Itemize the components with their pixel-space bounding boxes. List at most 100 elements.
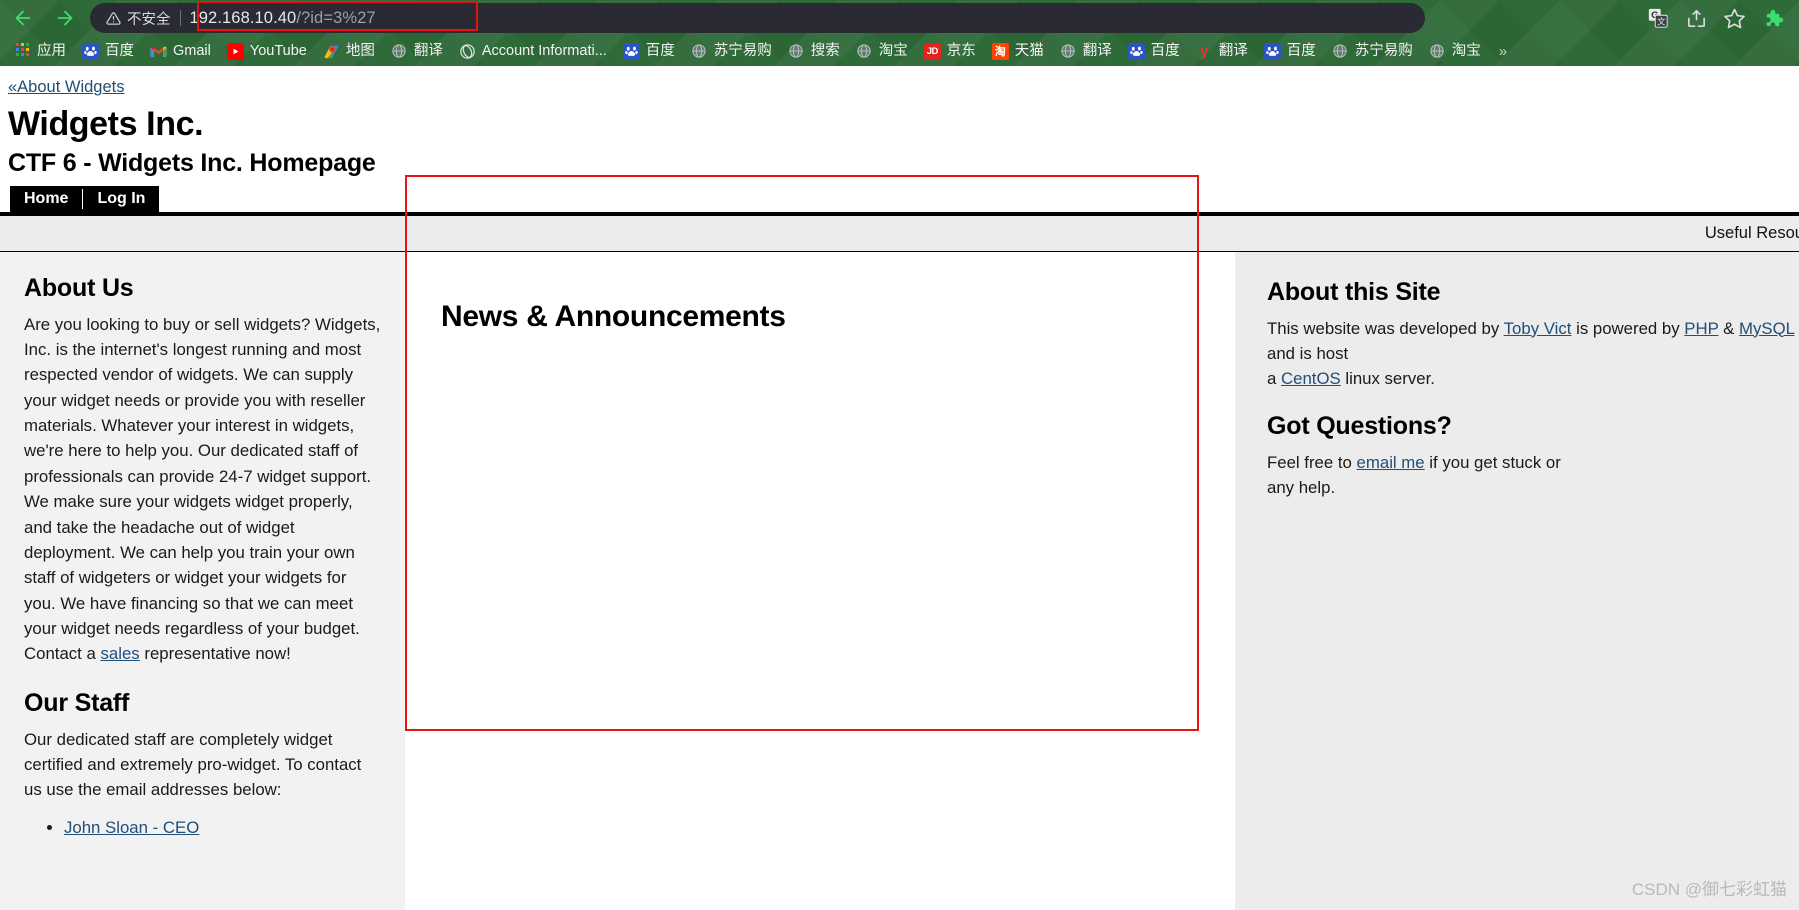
watermark: CSDN @御七彩虹猫 <box>1631 880 1787 899</box>
nav-item-home[interactable]: Home <box>10 186 82 212</box>
bookmark-item-maps[interactable]: 地图 <box>315 38 383 64</box>
bookmark-label: 百度 <box>105 42 134 59</box>
url-text[interactable]: 192.168.10.40/?id=3%27 <box>190 9 376 28</box>
bookmark-item-suning-1[interactable]: 苏宁易购 <box>683 38 780 64</box>
php-link[interactable]: PHP <box>1684 319 1718 338</box>
account-icon <box>459 43 476 60</box>
about-widgets-link[interactable]: «About Widgets <box>8 78 124 97</box>
globe-icon <box>1332 43 1349 60</box>
about-us-text-tail: representative now! <box>139 644 291 664</box>
baidu-icon <box>622 42 640 60</box>
bookmark-item-apps[interactable]: 应用 <box>6 38 74 64</box>
back-button[interactable] <box>6 1 40 35</box>
bookmark-label: Gmail <box>173 42 211 59</box>
left-sidebar: About Us Are you looking to buy or sell … <box>0 251 405 910</box>
apps-grid-icon <box>14 42 31 60</box>
bookmark-item-taobao-2[interactable]: 淘宝 <box>1421 38 1489 64</box>
browser-toolbar: 不安全 192.168.10.40/?id=3%27 G 文 <box>0 0 1799 36</box>
got-questions-paragraph: Feel free to email me if you get stuck o… <box>1267 450 1799 501</box>
about-us-paragraph: Are you looking to buy or sell widgets? … <box>24 312 381 667</box>
questions-post: if you get stuck or <box>1424 452 1561 472</box>
bookmark-label: Account Informati... <box>481 42 607 59</box>
right-sidebar: About this Site This website was develop… <box>1235 251 1799 910</box>
questions-post2: any help. <box>1267 478 1336 498</box>
bookmark-item-search[interactable]: 搜索 <box>780 38 848 64</box>
svg-text:文: 文 <box>1657 16 1665 26</box>
about-site-pre: This website was developed by <box>1267 318 1504 338</box>
list-item: John Sloan - CEO <box>64 815 381 842</box>
bookmark-item-baidu-4[interactable]: 百度 <box>1256 38 1324 64</box>
forward-button[interactable] <box>48 1 82 35</box>
page-title: Widgets Inc. <box>8 105 204 143</box>
useful-resources-inner: Useful Resources: Webmail | LAMPSec <box>1705 224 1799 243</box>
bookmark-label: 翻译 <box>413 42 443 59</box>
about-site-suffix: linux server. <box>1340 369 1435 389</box>
toby-vict-link[interactable]: Toby Vict <box>1504 319 1572 338</box>
baidu-icon <box>1127 42 1145 60</box>
security-status-chip[interactable]: 不安全 <box>106 8 171 29</box>
got-questions-heading: Got Questions? <box>1267 411 1452 440</box>
baidu-icon <box>82 42 99 60</box>
about-this-site-paragraph: This website was developed by Toby Vict … <box>1267 316 1799 392</box>
staff-link-john-sloan[interactable]: John Sloan - CEO <box>64 818 199 837</box>
staff-list: John Sloan - CEO <box>24 815 381 842</box>
toolbar-right-group: G 文 <box>1639 0 1799 36</box>
globe-icon <box>788 43 805 60</box>
bookmark-label: 淘宝 <box>878 42 908 59</box>
nav-item-login[interactable]: Log In <box>83 186 159 212</box>
web-page-content: «About Widgets Widgets Inc. CTF 6 - Widg… <box>0 66 1799 910</box>
about-us-heading: About Us <box>24 273 134 302</box>
bookmark-item-baidu-3[interactable]: 百度 <box>1120 38 1188 64</box>
about-us-text: Are you looking to buy or sell widgets? … <box>24 314 381 664</box>
bookmark-label: 搜索 <box>810 42 840 59</box>
bookmark-label: 应用 <box>37 42 66 59</box>
bookmark-item-translate-2[interactable]: 翻译 <box>1052 38 1120 64</box>
translate-icon[interactable]: G 文 <box>1639 0 1677 36</box>
globe-icon <box>856 43 873 60</box>
bookmark-label: 天猫 <box>1014 42 1044 59</box>
share-icon[interactable] <box>1677 0 1715 36</box>
globe-icon <box>691 43 708 60</box>
extensions-puzzle-icon[interactable] <box>1753 0 1791 36</box>
page-columns: About Us Are you looking to buy or sell … <box>0 251 1799 910</box>
about-site-mid1: is powered by <box>1571 318 1685 338</box>
globe-icon <box>391 43 408 60</box>
email-me-link[interactable]: email me <box>1357 453 1425 472</box>
bookmark-label: 淘宝 <box>1451 42 1481 59</box>
mysql-link[interactable]: MySQL <box>1739 319 1794 338</box>
bookmark-label: 京东 <box>946 42 976 59</box>
security-status-label: 不安全 <box>127 11 171 28</box>
bookmark-label: 地图 <box>345 42 375 59</box>
sales-link[interactable]: sales <box>101 644 140 663</box>
bookmarks-bar: 应用 百度 Gmail YouTube 地图 翻译 Account Inform… <box>0 36 1799 66</box>
bookmark-label: 翻译 <box>1218 42 1248 59</box>
centos-link[interactable]: CentOS <box>1281 369 1341 388</box>
bookmark-item-baidu-2[interactable]: 百度 <box>615 38 683 64</box>
bookmark-label: 翻译 <box>1082 42 1112 59</box>
baidu-icon <box>1263 42 1281 60</box>
globe-icon <box>1429 43 1446 60</box>
main-content: News & Announcements <box>405 251 1235 910</box>
about-site-amp: & <box>1718 318 1740 338</box>
bookmark-label: 苏宁易购 <box>1354 42 1413 59</box>
gmail-icon <box>150 43 167 60</box>
bookmark-item-account-information[interactable]: Account Informati... <box>451 38 615 64</box>
bookmark-item-tmall[interactable]: 淘 天猫 <box>984 38 1052 64</box>
address-bar[interactable]: 不安全 192.168.10.40/?id=3%27 <box>90 3 1425 33</box>
bookmark-item-translate-3[interactable]: y 翻译 <box>1188 38 1256 64</box>
bookmarks-overflow-button[interactable]: » <box>1489 43 1517 60</box>
bookmark-item-jd[interactable]: JD 京东 <box>916 38 984 64</box>
bookmark-star-icon[interactable] <box>1715 0 1753 36</box>
bookmark-item-taobao-1[interactable]: 淘宝 <box>848 38 916 64</box>
our-staff-heading: Our Staff <box>24 688 130 717</box>
google-maps-icon <box>323 43 340 60</box>
bookmark-item-baidu-1[interactable]: 百度 <box>74 38 142 64</box>
bookmark-item-youtube[interactable]: YouTube <box>219 38 315 64</box>
bookmark-label: 百度 <box>645 42 675 59</box>
bookmark-item-suning-2[interactable]: 苏宁易购 <box>1324 38 1421 64</box>
bookmark-item-translate-1[interactable]: 翻译 <box>383 38 451 64</box>
questions-pre: Feel free to <box>1267 452 1357 472</box>
useful-resources-label: Useful Resources: <box>1704 223 1799 242</box>
bookmark-item-gmail[interactable]: Gmail <box>142 38 219 64</box>
